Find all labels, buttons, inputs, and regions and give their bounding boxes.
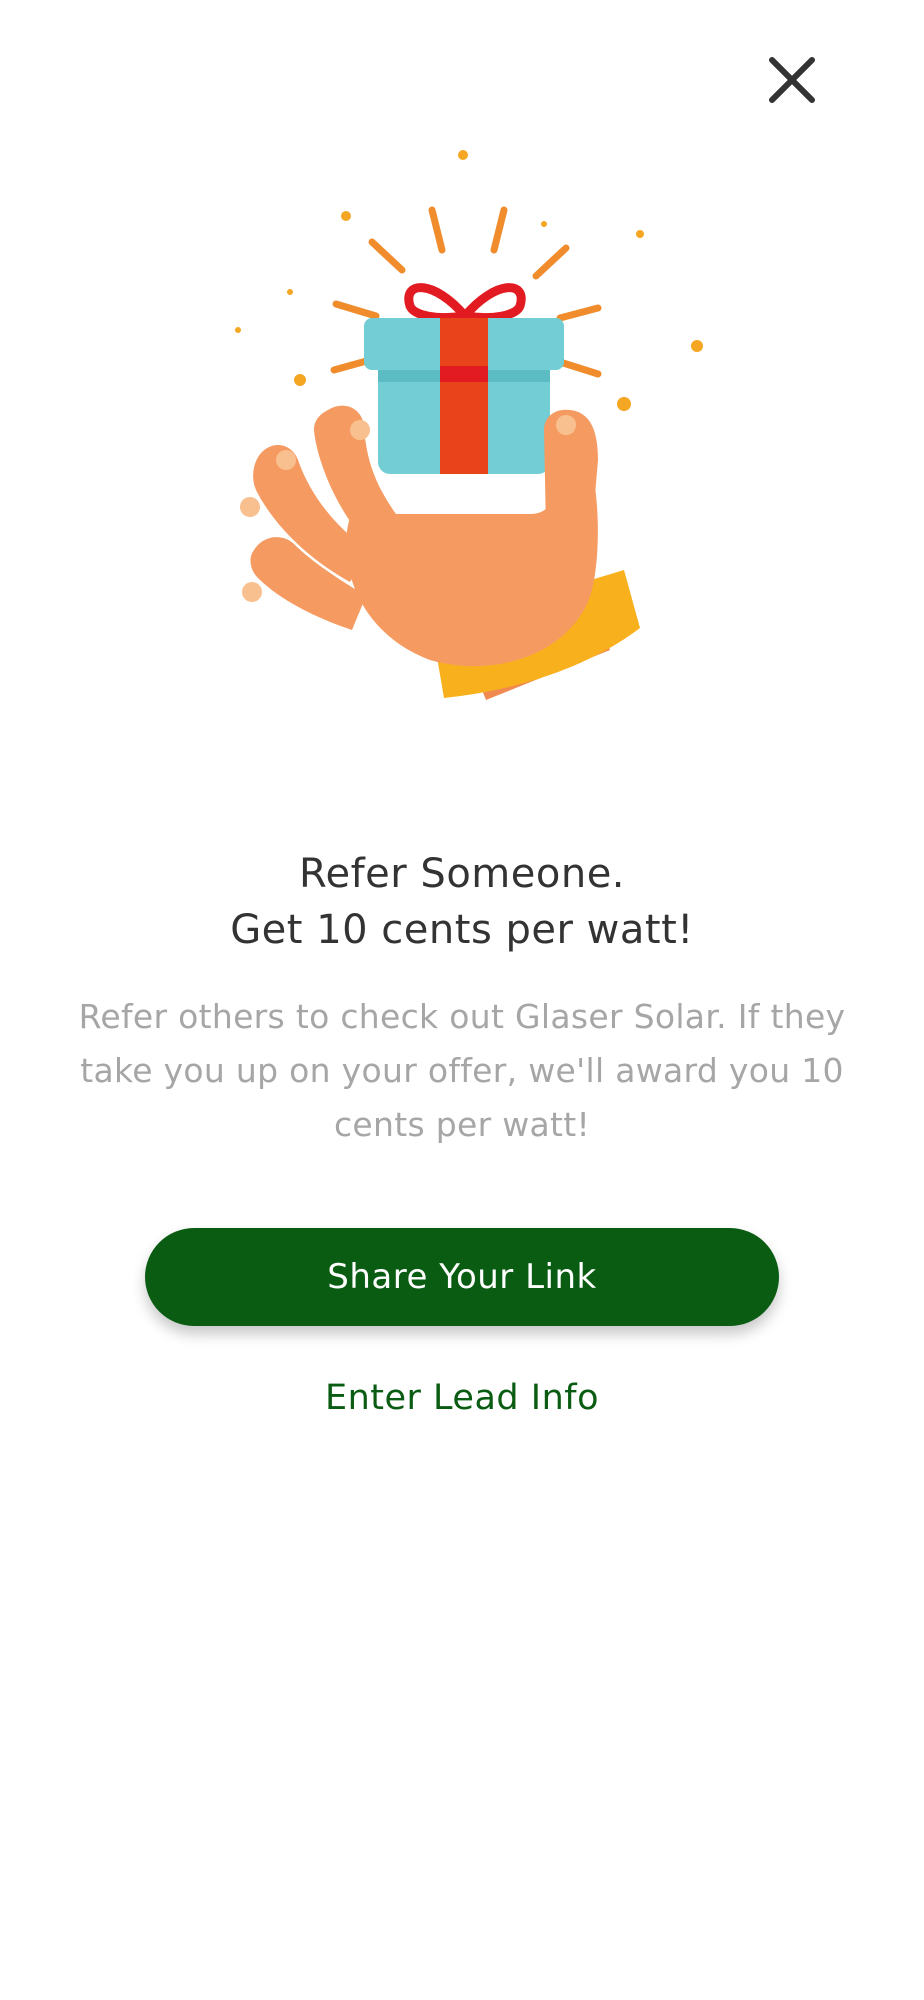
close-button[interactable]: [752, 40, 832, 120]
share-link-button[interactable]: Share Your Link: [145, 1228, 779, 1326]
close-icon: [769, 57, 815, 103]
hand-holding-gift-icon: [235, 150, 703, 700]
enter-lead-info-link[interactable]: Enter Lead Info: [0, 1378, 924, 1418]
referral-illustration: [200, 130, 740, 770]
headline: Refer Someone. Get 10 cents per watt!: [0, 846, 924, 958]
headline-line-2: Get 10 cents per watt!: [230, 907, 694, 953]
description-text: Refer others to check out Glaser Solar. …: [78, 997, 846, 1144]
headline-line-1: Refer Someone.: [298, 851, 626, 897]
